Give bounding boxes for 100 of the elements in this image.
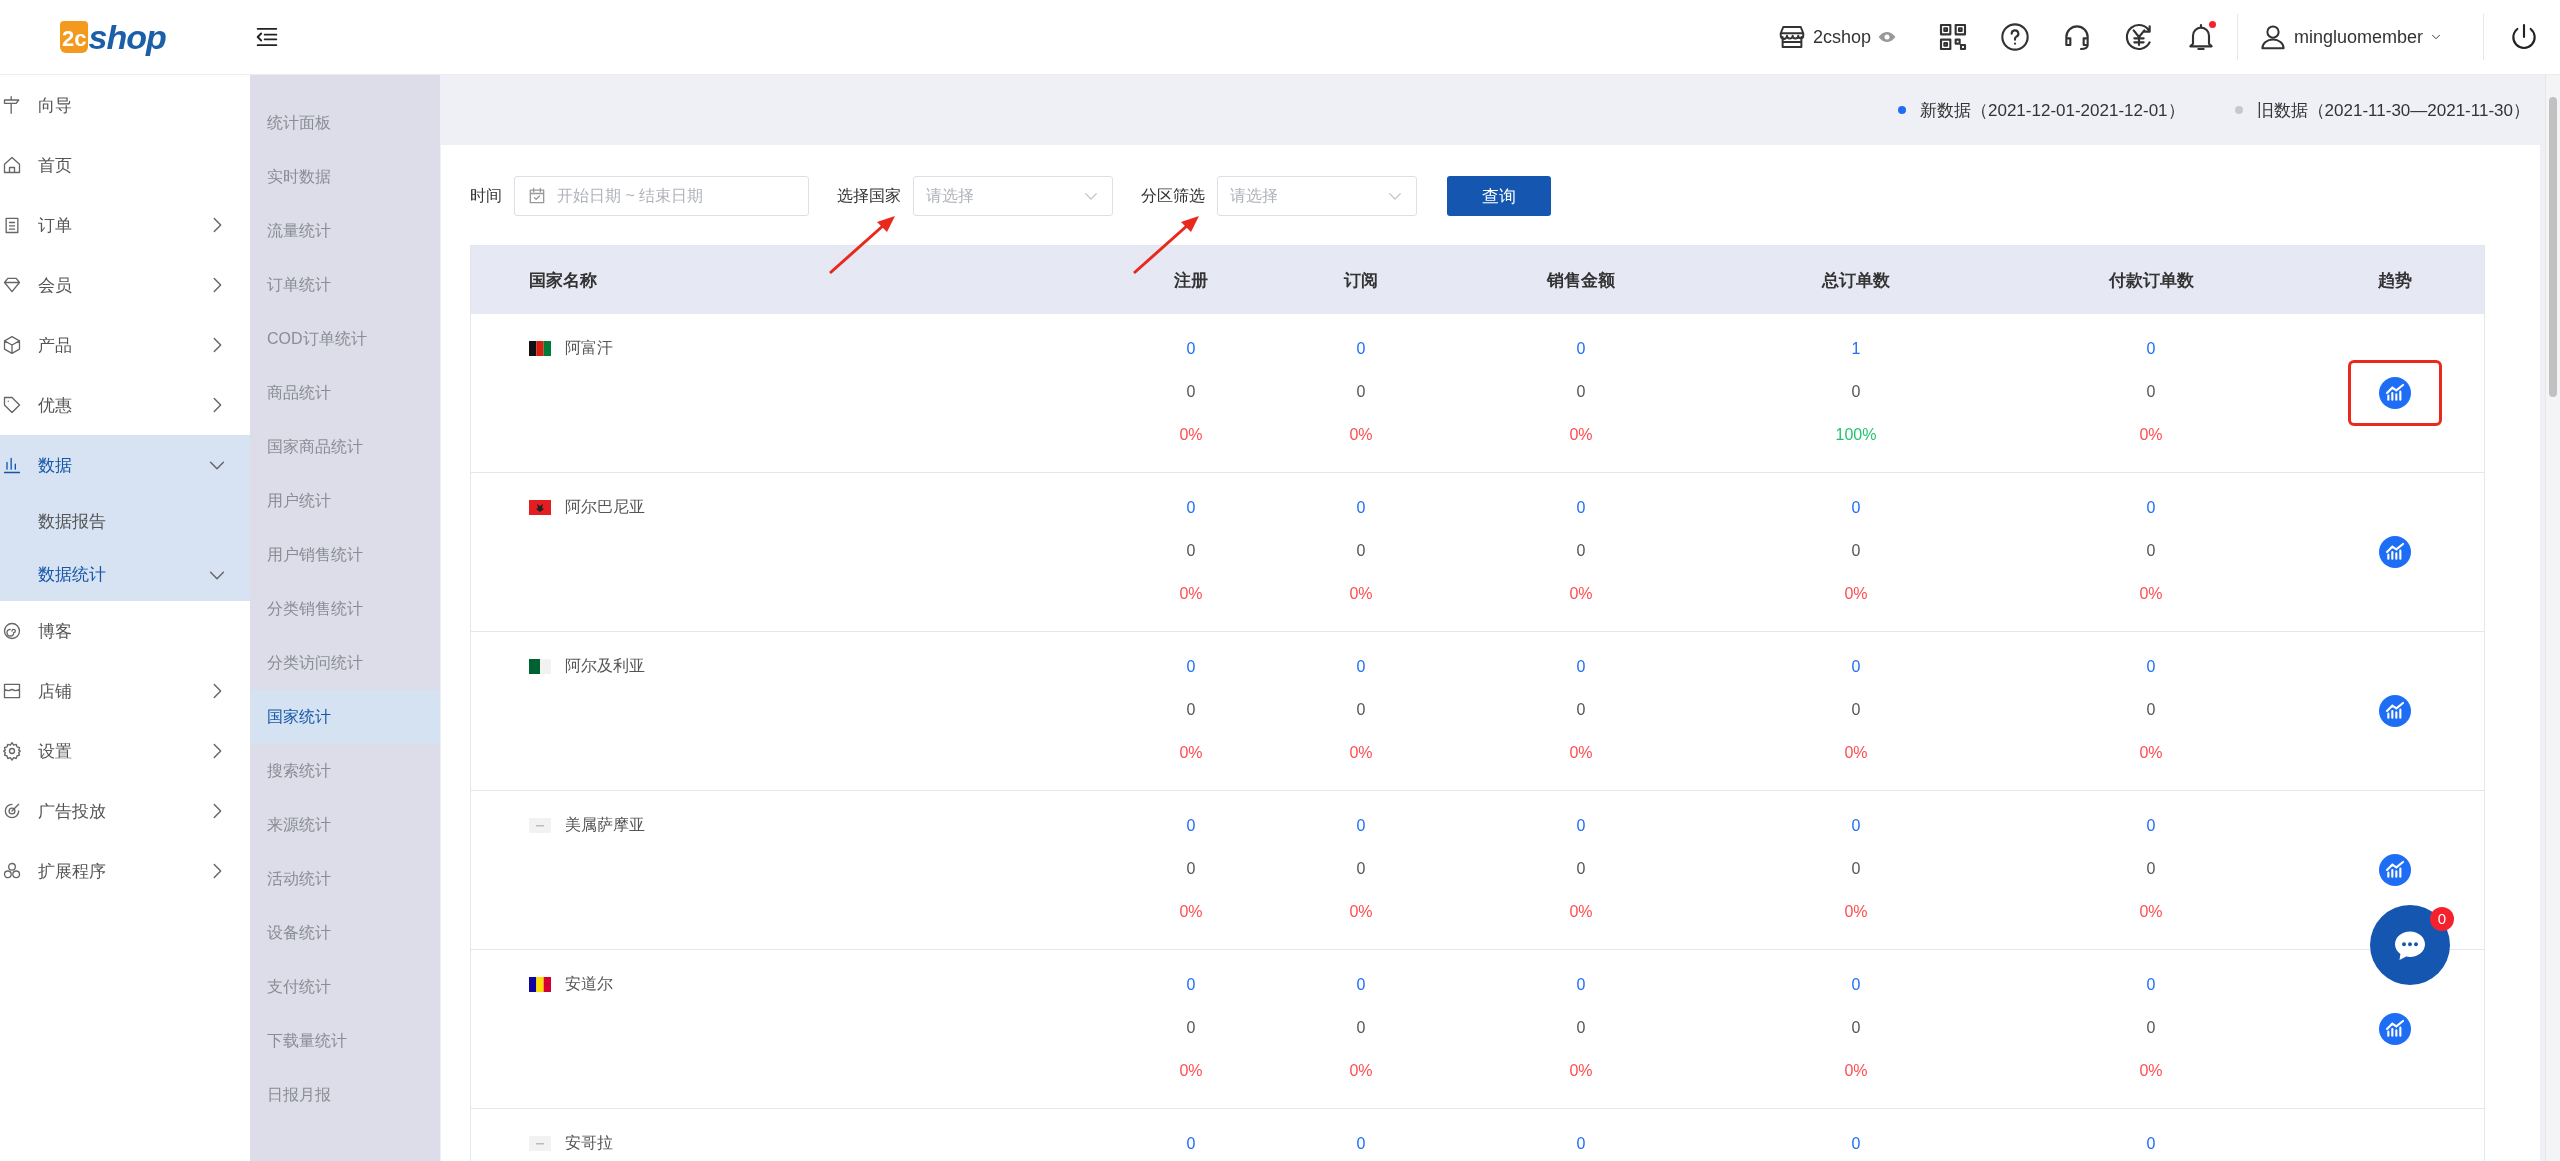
submenu-item[interactable]: 下载量统计 — [250, 1014, 440, 1068]
submenu-item[interactable]: 支付统计 — [250, 960, 440, 1014]
old-value: 0 — [2146, 700, 2156, 720]
sidebar-item[interactable]: 博客 — [0, 601, 250, 661]
flag-icon — [529, 659, 551, 674]
flag-icon — [529, 341, 551, 356]
change-percent: 0% — [1349, 584, 1373, 604]
submenu-item[interactable]: 分类访问统计 — [250, 636, 440, 690]
help-icon[interactable] — [1998, 21, 2031, 53]
sidebar-item[interactable]: 会员 — [0, 255, 250, 315]
submenu-item[interactable]: 商品统计 — [250, 366, 440, 420]
submenu-item[interactable]: 国家商品统计 — [250, 420, 440, 474]
sidebar-item[interactable]: 向导 — [0, 75, 250, 135]
query-button[interactable]: 查询 — [1447, 176, 1551, 216]
new-value: 0 — [1186, 975, 1196, 995]
submenu-item[interactable]: 来源统计 — [250, 798, 440, 852]
sidebar-item[interactable]: 优惠 — [0, 375, 250, 435]
store-link[interactable]: 2cshop — [1776, 22, 1897, 52]
diamond-icon — [2, 275, 22, 295]
new-value: 0 — [1576, 339, 1586, 359]
column-header: 趋势 — [2377, 269, 2413, 292]
submenu-item[interactable]: 分类销售统计 — [250, 582, 440, 636]
scrollbar-thumb[interactable] — [2549, 97, 2557, 397]
target-icon — [2, 801, 22, 821]
submenu-item[interactable]: 流量统计 — [250, 204, 440, 258]
flag-icon — [529, 500, 551, 515]
new-value: 0 — [1851, 657, 1861, 677]
sidebar-subitem[interactable]: 数据报告 — [0, 495, 250, 548]
submenu-item[interactable]: 订单统计 — [250, 258, 440, 312]
submenu-item[interactable]: 日报月报 — [250, 1068, 440, 1122]
old-value: 0 — [1186, 382, 1196, 402]
old-value: 0 — [1576, 1018, 1586, 1038]
new-value: 0 — [1356, 657, 1366, 677]
change-percent: 0% — [1349, 902, 1373, 922]
change-percent: 0% — [1844, 584, 1868, 604]
new-value: 0 — [1186, 816, 1196, 836]
sidebar-item[interactable]: 订单 — [0, 195, 250, 255]
gear-icon — [2, 741, 22, 761]
sidebar-item[interactable]: 广告投放 — [0, 781, 250, 841]
old-value: 0 — [2146, 541, 2156, 561]
legend-label: 新数据（2021-12-01-2021-12-01） — [1920, 99, 2185, 122]
new-value: 0 — [1576, 498, 1586, 518]
submenu-item[interactable]: 搜索统计 — [250, 744, 440, 798]
submenu-item[interactable]: 活动统计 — [250, 852, 440, 906]
change-percent: 0% — [2139, 743, 2163, 763]
trend-chart-icon[interactable] — [2379, 1013, 2411, 1045]
submenu-item[interactable]: 统计面板 — [250, 96, 440, 150]
column-header: 总订单数 — [1820, 269, 1891, 292]
new-value: 0 — [1356, 1134, 1366, 1154]
user-menu[interactable]: mingluomember — [2257, 22, 2443, 52]
new-value: 0 — [1186, 657, 1196, 677]
flag-icon — [529, 977, 551, 992]
select-field[interactable]: 请选择 — [913, 176, 1113, 216]
sidebar-item[interactable]: 店铺 — [0, 661, 250, 721]
submenu-item[interactable]: 国家统计 — [250, 690, 440, 744]
select-field[interactable]: 请选择 — [1217, 176, 1417, 216]
spiral-icon — [2, 621, 22, 641]
change-percent: 0% — [2139, 1061, 2163, 1081]
sidebar-item[interactable]: 数据 — [0, 435, 250, 495]
country-name: 阿尔及利亚 — [565, 656, 645, 676]
change-percent: 0% — [1844, 902, 1868, 922]
submenu-item[interactable]: 实时数据 — [250, 150, 440, 204]
filter-label: 分区筛选 — [1141, 185, 1205, 206]
submenu-item[interactable]: COD订单统计 — [250, 312, 440, 366]
trend-chart-icon[interactable] — [2379, 536, 2411, 568]
home-icon — [2, 155, 22, 175]
sidebar-subitem[interactable]: 数据统计 — [0, 548, 250, 601]
sidebar-item[interactable]: 首页 — [0, 135, 250, 195]
submenu-item[interactable]: 用户统计 — [250, 474, 440, 528]
old-value: 0 — [1851, 700, 1861, 720]
new-value: 0 — [1186, 339, 1196, 359]
change-percent: 0% — [1349, 1061, 1373, 1081]
trend-chart-icon[interactable] — [2379, 377, 2411, 409]
column-header: 付款订单数 — [2107, 269, 2195, 292]
old-value: 0 — [1851, 859, 1861, 879]
sidebar-item[interactable]: 产品 — [0, 315, 250, 375]
sidebar-item[interactable]: 设置 — [0, 721, 250, 781]
submenu-item[interactable]: 用户销售统计 — [250, 528, 440, 582]
submenu-item[interactable]: 设备统计 — [250, 906, 440, 960]
new-value: 0 — [1186, 1134, 1196, 1154]
old-value: 0 — [1356, 859, 1366, 879]
column-header: 国家名称 — [528, 269, 598, 292]
country-name: 安道尔 — [565, 974, 613, 994]
sidebar-item[interactable]: 扩展程序 — [0, 841, 250, 901]
change-percent: 0% — [1569, 425, 1593, 445]
flag-placeholder-icon — [529, 818, 551, 833]
logo[interactable]: 2cshop — [60, 17, 195, 57]
change-percent: 100% — [1835, 425, 1877, 445]
new-value: 0 — [1356, 339, 1366, 359]
new-value: 0 — [2146, 498, 2156, 518]
change-percent: 0% — [1179, 425, 1203, 445]
country-name: 阿尔巴尼亚 — [565, 497, 645, 517]
new-value: 0 — [1356, 816, 1366, 836]
trend-chart-icon[interactable] — [2379, 854, 2411, 886]
date-range-field[interactable]: 开始日期 ~ 结束日期 — [514, 176, 809, 216]
new-value: 0 — [1356, 498, 1366, 518]
column-header: 订阅 — [1342, 269, 1379, 292]
trend-chart-icon[interactable] — [2379, 695, 2411, 727]
three-circles-icon — [2, 861, 22, 881]
country-name: 安哥拉 — [565, 1133, 613, 1153]
